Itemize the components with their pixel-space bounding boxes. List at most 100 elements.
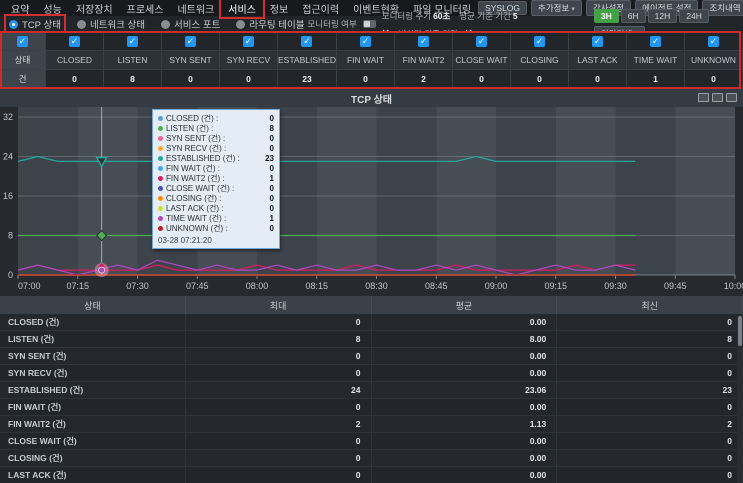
- menu-item-info[interactable]: 정보: [263, 0, 295, 17]
- summary-avg-value: 0.00: [372, 433, 558, 449]
- table-row-fin-wait[interactable]: FIN WAIT (건) 0 0.00 0: [0, 399, 743, 416]
- status-checkbox-cell: ✓: [162, 33, 220, 51]
- table-row-last-ack[interactable]: LAST ACK (건) 0 0.00 0: [0, 467, 743, 483]
- range-button-6h[interactable]: 6H: [620, 9, 646, 23]
- summary-latest-value: 0: [557, 314, 743, 330]
- radio-routing-table[interactable]: 라우팅 테이블: [233, 16, 307, 32]
- toggle-knob: [363, 21, 370, 27]
- summary-avg-value: 0.00: [372, 450, 558, 466]
- summary-row-label: FIN WAIT (건): [0, 399, 186, 415]
- table-row-close-wait[interactable]: CLOSE WAIT (건) 0 0.00 0: [0, 433, 743, 450]
- status-column-time-wait: TIME WAIT: [626, 51, 685, 70]
- range-button-12h[interactable]: 12H: [647, 9, 678, 23]
- menu-item-storage[interactable]: 저장장치: [69, 0, 120, 17]
- tooltip-series-value: 0: [269, 133, 274, 143]
- radio-service-port[interactable]: 서비스 포트: [158, 16, 223, 32]
- radio-tcp-state[interactable]: TCP 상태: [4, 14, 66, 34]
- status-checkbox-unknown[interactable]: ✓: [707, 36, 719, 47]
- summary-row-label: CLOSING (건): [0, 450, 186, 466]
- status-checkbox-last-ack[interactable]: ✓: [591, 36, 603, 47]
- tooltip-row: FIN WAIT2 (건) :1: [158, 173, 274, 183]
- chart-band: [496, 107, 556, 275]
- view-radio-group: TCP 상태 네트워크 상태 서비스 포트 라우팅 테이블: [4, 14, 307, 34]
- monitoring-toggle[interactable]: [362, 20, 376, 28]
- status-checkbox-closed[interactable]: ✓: [69, 36, 80, 47]
- summary-header-3: 최신: [557, 296, 743, 314]
- status-column-syn-sent: SYN SENT: [162, 51, 220, 70]
- status-checkbox-cell: ✓: [626, 33, 685, 51]
- radio-label: TCP 상태: [22, 20, 61, 31]
- status-select-all-checkbox[interactable]: ✓: [17, 36, 28, 47]
- radio-network-state[interactable]: 네트워크 상태: [74, 16, 148, 32]
- table-row-listen[interactable]: LISTEN (건) 8 8.00 8: [0, 331, 743, 348]
- status-checkbox-fin-wait2[interactable]: ✓: [417, 36, 429, 47]
- scrollbar-thumb[interactable]: [738, 316, 742, 346]
- table-row-closing[interactable]: CLOSING (건) 0 0.00 0: [0, 450, 743, 467]
- summary-avg-value: 0.00: [372, 365, 558, 381]
- chart-band: [555, 107, 616, 275]
- menu-item-process[interactable]: 프로세스: [120, 0, 171, 17]
- tooltip-row: UNKNOWN (건) : 0: [158, 223, 274, 233]
- radio-label: 서비스 포트: [174, 20, 221, 31]
- table-row-syn-recv[interactable]: SYN RECV (건) 0 0.00 0: [0, 365, 743, 382]
- summary-latest-value: 0: [557, 365, 743, 381]
- status-checkbox-cell: ✓: [452, 33, 511, 51]
- status-checkbox-syn-recv[interactable]: ✓: [243, 36, 254, 47]
- series-dot-icon: [158, 175, 163, 181]
- status-checkbox-syn-sent[interactable]: ✓: [185, 36, 196, 47]
- x-axis-tick-label: 09:45: [664, 281, 687, 291]
- status-column-syn-recv: SYN RECV: [220, 51, 279, 70]
- tooltip-series-value: 0: [269, 143, 274, 153]
- status-checkbox-listen[interactable]: ✓: [127, 36, 138, 47]
- summary-latest-value: 0: [557, 467, 743, 483]
- summary-avg-value: 0.00: [372, 348, 558, 364]
- status-checkbox-cell: ✓: [104, 33, 162, 51]
- range-button-24h[interactable]: 24H: [679, 9, 709, 23]
- status-checkbox-cell: ✓: [278, 33, 337, 51]
- tooltip-row: CLOSE WAIT (건) :0: [158, 183, 274, 193]
- summary-scrollbar[interactable]: [737, 315, 743, 483]
- y-axis-tick-label: 8: [8, 231, 13, 241]
- menu-item-performance[interactable]: 성능: [36, 0, 68, 17]
- table-row-established[interactable]: ESTABLISHED (건) 24 23.06 23: [0, 382, 743, 399]
- x-axis-tick-label: 07:30: [126, 281, 149, 291]
- range-button-3h[interactable]: 3H: [593, 9, 619, 23]
- status-checkbox-fin-wait[interactable]: ✓: [359, 36, 371, 47]
- status-checkbox-established[interactable]: ✓: [301, 36, 313, 47]
- summary-latest-value: 0: [557, 433, 743, 449]
- y-axis-tick-label: 0: [8, 270, 13, 280]
- tooltip-series-label: UNKNOWN (건) :: [166, 223, 228, 233]
- menu-item-service[interactable]: 서비스: [219, 0, 265, 19]
- save-image-icon[interactable]: [712, 93, 723, 102]
- status-checkbox-time-wait[interactable]: ✓: [649, 36, 661, 47]
- export-csv-icon[interactable]: [698, 93, 709, 102]
- radio-circle-icon: [236, 19, 246, 29]
- tcp-state-line-chart[interactable]: 0816243207:00 07:15 07:30 07:45 08:00 08:15 08…: [0, 107, 743, 296]
- summary-row-label: SYN RECV (건): [0, 365, 186, 381]
- range-button-label: 3H: [600, 11, 612, 21]
- tooltip-row: ESTABLISHED (건) :23: [158, 153, 274, 163]
- series-dot-icon: [158, 135, 163, 141]
- status-count-closed: 0: [46, 70, 104, 89]
- tooltip-timestamp: 03-28 07:21:20: [158, 236, 212, 245]
- tooltip-row: TIME WAIT (건) :1: [158, 213, 274, 223]
- status-checkbox-close-wait[interactable]: ✓: [475, 36, 487, 47]
- menu-item-summary[interactable]: 요약: [4, 0, 36, 17]
- summary-latest-value: 2: [557, 416, 743, 432]
- tooltip-series-value: 23: [265, 153, 274, 163]
- table-row-closed[interactable]: CLOSED (건) 0 0.00 0: [0, 314, 743, 331]
- status-column-last-ack: LAST ACK: [568, 51, 627, 70]
- status-column-established: ESTABLISHED: [278, 51, 337, 70]
- table-row-fin-wait2[interactable]: FIN WAIT2 (건) 2 1.13 2: [0, 416, 743, 433]
- status-checkbox-closing[interactable]: ✓: [533, 36, 545, 47]
- tooltip-row: CLOSED (건) :0: [158, 113, 274, 123]
- radio-label: 네트워크 상태: [89, 20, 146, 31]
- chart-plot-area[interactable]: 0 8 16 24 32 07:00 07:15 07:30 07:45 08:00 08:15 08…: [0, 107, 743, 296]
- table-row-syn-sent[interactable]: SYN SENT (건) 0 0.00 0: [0, 348, 743, 365]
- tooltip-series-value: 0: [269, 203, 274, 213]
- series-dot-icon: [158, 195, 163, 201]
- summary-latest-value: 0: [557, 399, 743, 415]
- summary-row-label: CLOSE WAIT (건): [0, 433, 186, 449]
- print-icon[interactable]: [726, 93, 737, 102]
- menu-item-network[interactable]: 네트워크: [170, 0, 221, 17]
